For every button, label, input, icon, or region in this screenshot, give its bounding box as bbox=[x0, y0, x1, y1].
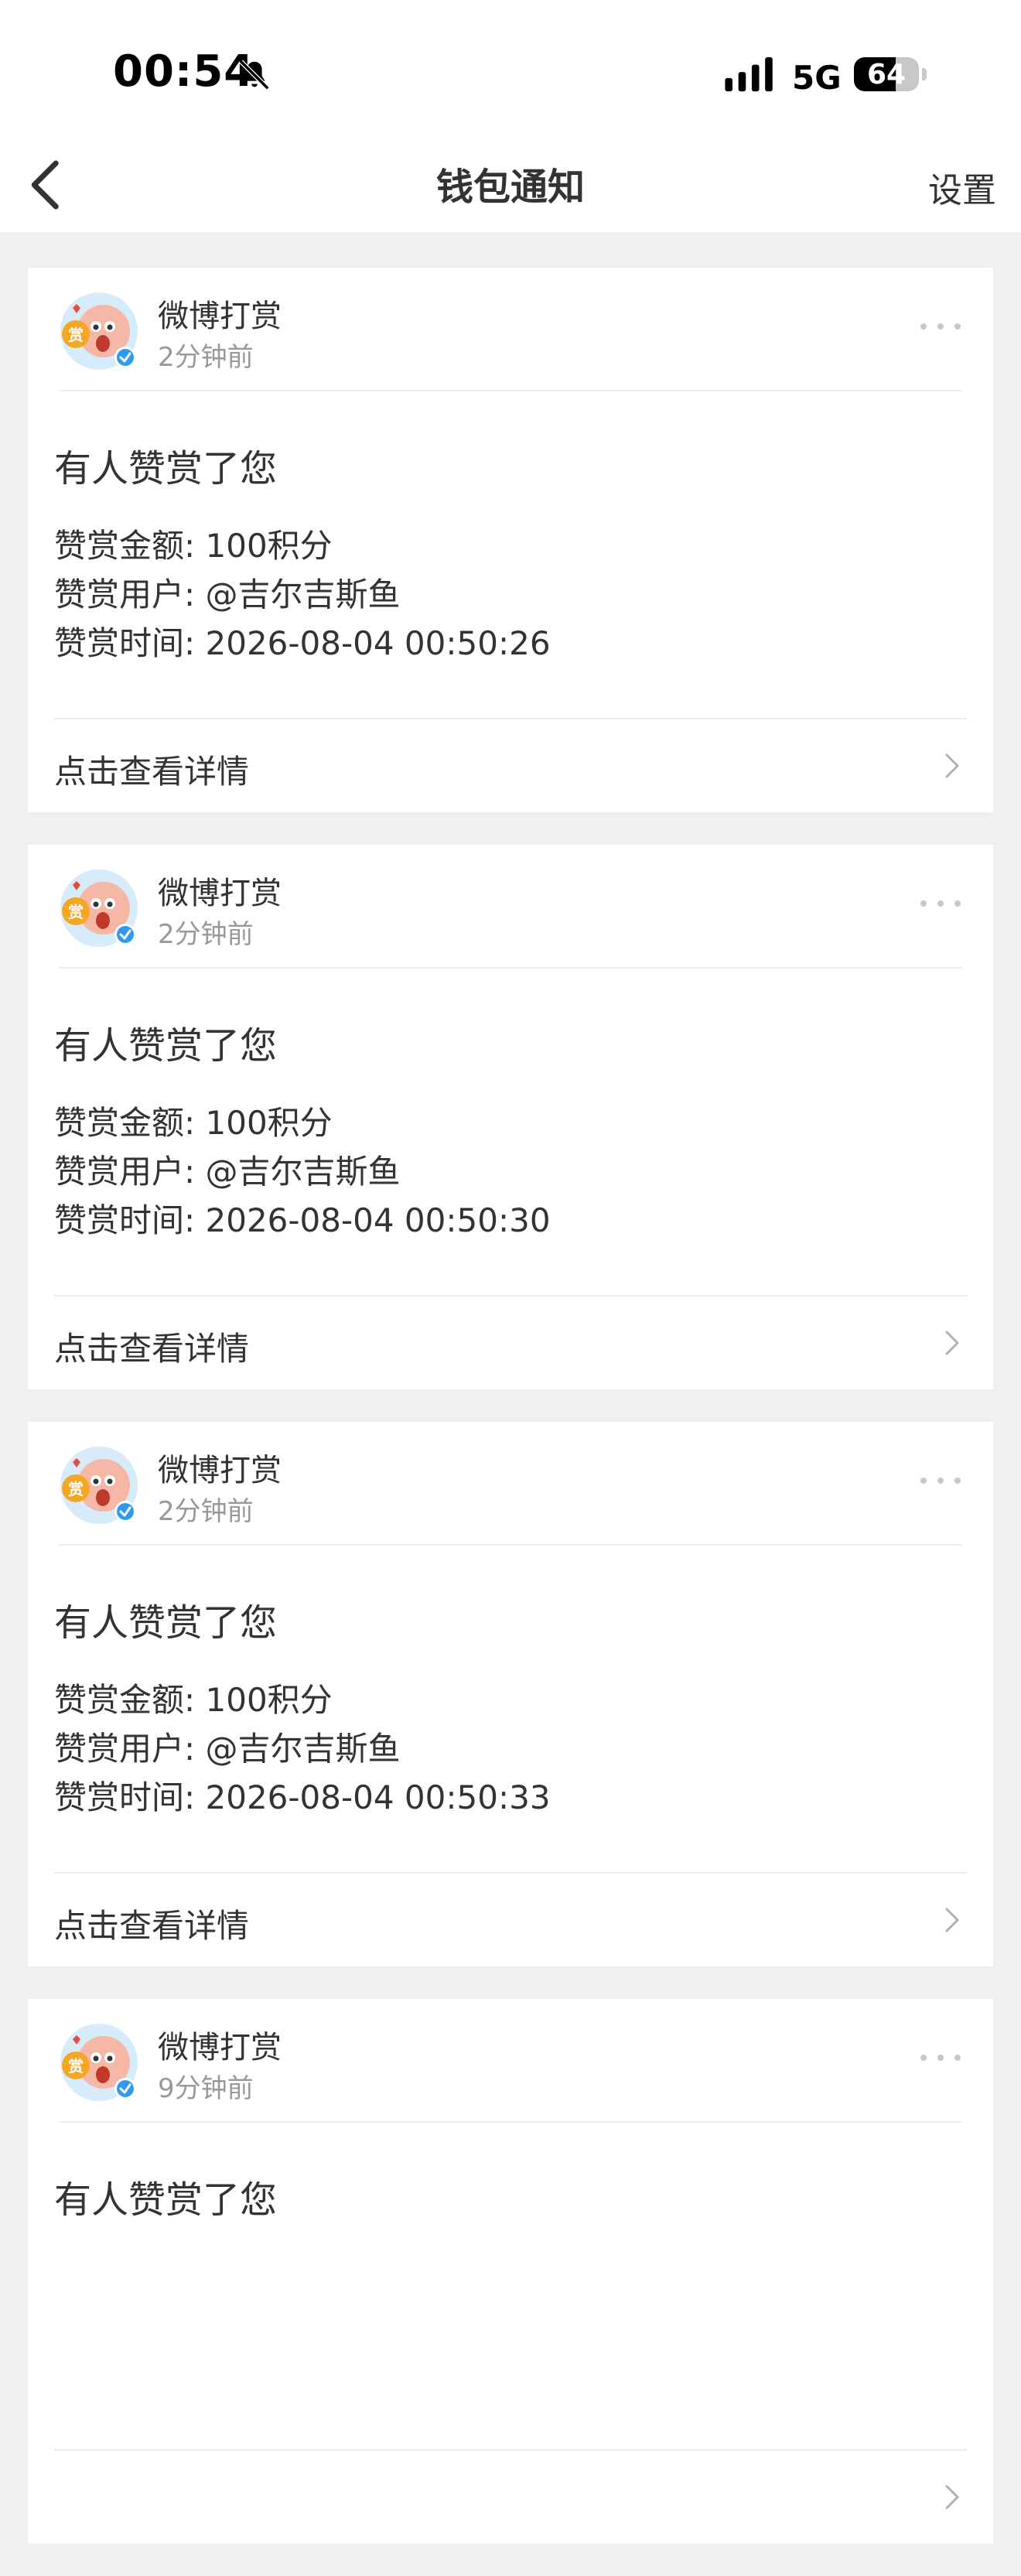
page-title: 钱包通知 bbox=[435, 166, 585, 209]
more-options-icon[interactable] bbox=[919, 1473, 962, 1488]
view-details-label: 点击查看详情 bbox=[54, 1907, 250, 1945]
notification-details: 赞赏金额: 100积分 赞赏用户: @吉尔吉斯鱼 赞赏时间: 2026-08-0… bbox=[54, 1676, 551, 1822]
notification-details: 赞赏金额: 100积分 赞赏用户: @吉尔吉斯鱼 赞赏时间: 2026-08-0… bbox=[54, 1098, 551, 1245]
notification-card: 赏 微博打赏 2分钟前 有人赞赏了您 赞赏金额: 100积分 赞赏用户: @吉尔… bbox=[28, 845, 993, 1389]
svg-text:赏: 赏 bbox=[68, 903, 84, 921]
view-details-label: 点击查看详情 bbox=[54, 1330, 250, 1368]
notification-title: 有人赞赏了您 bbox=[54, 447, 278, 490]
reward-user[interactable]: 赞赏用户: @吉尔吉斯鱼 bbox=[54, 570, 551, 619]
notification-card: 赏 微博打赏 2分钟前 有人赞赏了您 赞赏金额: 100积分 赞赏用户: @吉尔… bbox=[28, 268, 993, 812]
view-details-label: 点击查看详情 bbox=[54, 753, 250, 791]
time-ago: 2分钟前 bbox=[158, 1496, 254, 1527]
reward-time: 赞赏时间: 2026-08-04 00:50:26 bbox=[54, 624, 551, 662]
time-ago: 2分钟前 bbox=[158, 342, 254, 373]
avatar[interactable]: 赏 bbox=[59, 291, 139, 371]
sender-name[interactable]: 微博打赏 bbox=[158, 291, 282, 336]
avatar[interactable]: 赏 bbox=[59, 868, 139, 948]
divider bbox=[59, 390, 962, 391]
chevron-right-icon bbox=[945, 1331, 959, 1355]
chevron-right-icon bbox=[945, 2485, 959, 2509]
view-details-row[interactable]: 点击查看详情 bbox=[28, 1297, 993, 1389]
notification-card: 赏 微博打赏 9分钟前 有人赞赏了您 bbox=[28, 1999, 993, 2544]
avatar[interactable]: 赏 bbox=[59, 1445, 139, 1525]
reward-amount: 赞赏金额: 100积分 bbox=[54, 527, 333, 565]
nav-bar: 钱包通知 设置 bbox=[0, 139, 1021, 232]
notification-details: 赞赏金额: 100积分 赞赏用户: @吉尔吉斯鱼 赞赏时间: 2026-08-0… bbox=[54, 521, 551, 668]
battery-tip bbox=[922, 68, 927, 80]
notification-title: 有人赞赏了您 bbox=[54, 2178, 278, 2222]
avatar[interactable]: 赏 bbox=[59, 2022, 139, 2103]
view-details-row[interactable]: 点击查看详情 bbox=[28, 719, 993, 812]
network-type: 5G bbox=[792, 59, 842, 97]
reward-user[interactable]: 赞赏用户: @吉尔吉斯鱼 bbox=[54, 1147, 551, 1196]
battery-level: 64 bbox=[866, 59, 907, 91]
reward-user[interactable]: 赞赏用户: @吉尔吉斯鱼 bbox=[54, 1724, 551, 1773]
sender-name[interactable]: 微博打赏 bbox=[158, 1445, 282, 1490]
sender-name[interactable]: 微博打赏 bbox=[158, 2022, 282, 2067]
notification-feed: 赏 微博打赏 2分钟前 有人赞赏了您 赞赏金额: 100积分 赞赏用户: @吉尔… bbox=[28, 268, 993, 2576]
notification-title: 有人赞赏了您 bbox=[54, 1601, 278, 1645]
bell-slash-icon bbox=[239, 60, 270, 91]
signal-bars-icon bbox=[725, 57, 773, 92]
more-options-icon[interactable] bbox=[919, 2050, 962, 2065]
more-options-icon[interactable] bbox=[919, 319, 962, 334]
view-details-row[interactable] bbox=[28, 2451, 993, 2544]
reward-amount: 赞赏金额: 100积分 bbox=[54, 1681, 333, 1719]
chevron-right-icon bbox=[945, 1908, 959, 1932]
time-ago: 9分钟前 bbox=[158, 2073, 254, 2104]
svg-text:赏: 赏 bbox=[68, 2057, 84, 2075]
chevron-right-icon bbox=[945, 753, 959, 778]
view-details-row[interactable]: 点击查看详情 bbox=[28, 1874, 993, 1966]
settings-button[interactable]: 设置 bbox=[928, 162, 996, 212]
svg-text:赏: 赏 bbox=[68, 326, 84, 344]
reward-amount: 赞赏金额: 100积分 bbox=[54, 1104, 333, 1142]
status-time: 00:54 bbox=[113, 46, 255, 97]
reward-time: 赞赏时间: 2026-08-04 00:50:30 bbox=[54, 1201, 551, 1239]
svg-text:赏: 赏 bbox=[68, 1480, 84, 1498]
time-ago: 2分钟前 bbox=[158, 919, 254, 950]
divider bbox=[59, 967, 962, 969]
sender-name[interactable]: 微博打赏 bbox=[158, 868, 282, 913]
battery-indicator: 64 bbox=[854, 57, 919, 91]
status-bar: 00:54 5G 64 bbox=[0, 0, 1021, 139]
reward-time: 赞赏时间: 2026-08-04 00:50:33 bbox=[54, 1778, 551, 1816]
notification-card: 赏 微博打赏 2分钟前 有人赞赏了您 赞赏金额: 100积分 赞赏用户: @吉尔… bbox=[28, 1422, 993, 1966]
notification-title: 有人赞赏了您 bbox=[54, 1024, 278, 1068]
divider bbox=[59, 1544, 962, 1546]
divider bbox=[59, 2121, 962, 2123]
more-options-icon[interactable] bbox=[919, 896, 962, 911]
